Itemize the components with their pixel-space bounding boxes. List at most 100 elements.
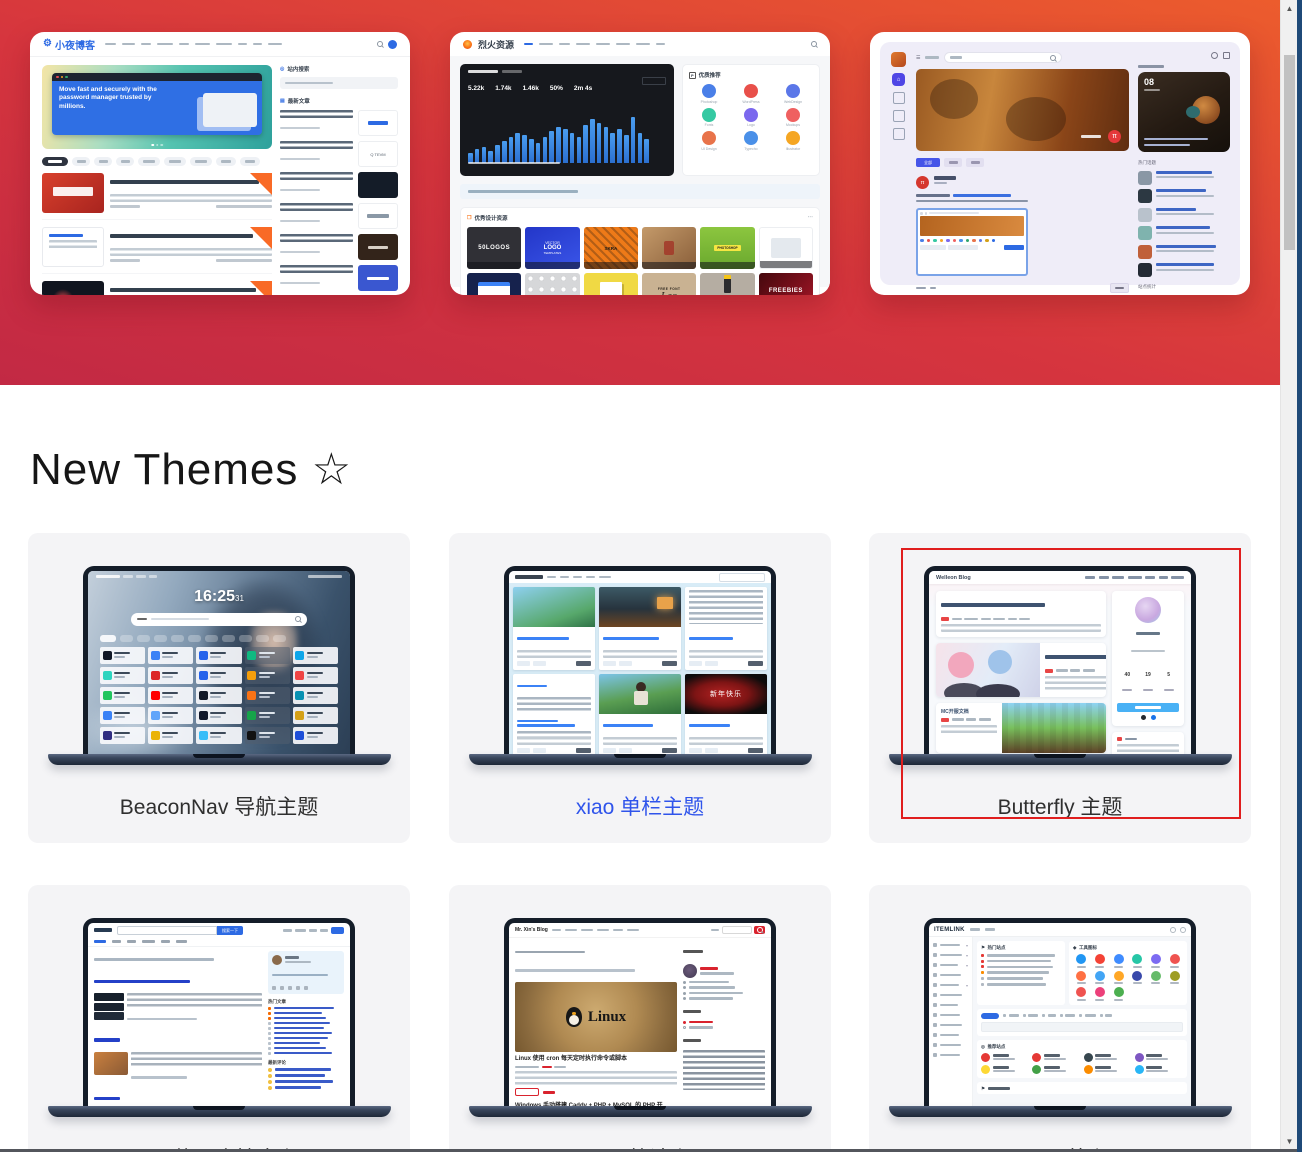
bookmark-tile[interactable] <box>148 707 193 724</box>
tool-item[interactable] <box>1129 954 1146 968</box>
bookmark-tile[interactable] <box>293 687 338 704</box>
bookmark-tile[interactable] <box>245 667 290 684</box>
tab <box>966 158 984 167</box>
bookmark-tile[interactable] <box>293 647 338 664</box>
resource-tile[interactable]: SKRA <box>584 227 638 269</box>
tool-item[interactable] <box>1092 987 1109 1001</box>
recommended-site[interactable] <box>1032 1053 1080 1062</box>
recommended-site[interactable] <box>1032 1065 1080 1074</box>
app-item[interactable]: Illustrator <box>773 131 813 151</box>
tool-item[interactable] <box>1110 954 1127 968</box>
bookmark-tile[interactable] <box>245 647 290 664</box>
bookmark-tile[interactable] <box>100 667 145 684</box>
tab <box>944 158 962 167</box>
theme-card-beaconnav[interactable]: 16:2531 BeaconNav 导航主题 <box>28 533 410 843</box>
bookmark-tile[interactable] <box>196 687 241 704</box>
recommended-site[interactable] <box>1135 1053 1183 1062</box>
recommended-site[interactable] <box>981 1053 1029 1062</box>
bell-icon <box>1211 52 1218 59</box>
scroll-up-arrow[interactable]: ▲ <box>1281 4 1298 13</box>
bookmark-tile[interactable] <box>293 727 338 744</box>
resource-tile[interactable] <box>700 273 754 295</box>
bookmark-tile[interactable] <box>100 647 145 664</box>
tool-item[interactable] <box>1110 971 1127 985</box>
resource-tile[interactable]: PHOTOSHOP <box>700 227 754 269</box>
bookmark-tile[interactable] <box>148 687 193 704</box>
tool-item[interactable] <box>1073 987 1090 1001</box>
app-item[interactable]: Mockups <box>773 108 813 128</box>
theme-card-facile[interactable]: Mr. Xin's Blog Linux Linux 使用 cr <box>449 885 831 1152</box>
resource-tile[interactable] <box>759 227 813 269</box>
theme-caption[interactable]: xiao 单栏主题 <box>449 791 831 821</box>
bookmark-tile[interactable] <box>148 727 193 744</box>
tool-item[interactable] <box>1110 987 1127 1001</box>
banner-preview-design-nav[interactable]: 烈火资源 5.22k 1.74k <box>450 32 830 295</box>
bookmark-tile[interactable] <box>148 667 193 684</box>
tool-item[interactable] <box>1166 971 1183 985</box>
tool-item[interactable] <box>1073 954 1090 968</box>
resource-tile[interactable] <box>642 227 696 269</box>
tool-item[interactable] <box>1166 954 1183 968</box>
app-item[interactable]: Fonts <box>689 108 729 128</box>
resource-tile[interactable]: VECTORLOGOTEMPLATES <box>525 227 579 269</box>
banner-preview-pi-forum[interactable]: ⌂ ☰ π <box>870 32 1250 295</box>
site-icon <box>1135 1053 1144 1062</box>
resource-tile[interactable]: FREE FONTLeo <box>642 273 696 295</box>
recommended-site[interactable] <box>1084 1053 1132 1062</box>
bookmark-tile[interactable] <box>196 667 241 684</box>
theme-card-xaink[interactable]: 搜索一下 <box>28 885 410 1152</box>
bookmark-tile[interactable] <box>245 687 290 704</box>
app-item[interactable]: Photoshop <box>689 84 729 104</box>
bookmark-tile[interactable] <box>196 647 241 664</box>
laptop-screen: 搜索一下 <box>83 918 355 1106</box>
resource-tile[interactable]: 50LOGOS <box>467 227 521 269</box>
scroll-down-arrow[interactable]: ▼ <box>1281 1137 1298 1146</box>
tool-item[interactable] <box>1073 971 1090 985</box>
app-item[interactable]: UI Design <box>689 131 729 151</box>
site-icon <box>295 691 304 700</box>
banner-preview-xiaoye-blog[interactable]: ⚙小夜博客 <box>30 32 410 295</box>
resource-tile[interactable] <box>584 273 638 295</box>
bookmark-tile[interactable] <box>293 667 338 684</box>
mini-sidebar: 40 19 5 <box>1112 591 1184 754</box>
traffic-dot-red <box>56 76 59 79</box>
mini-logo: ⚙小夜博客 <box>43 37 95 52</box>
bookmark-tile[interactable] <box>148 647 193 664</box>
scrollbar-thumb[interactable] <box>1284 55 1295 250</box>
mini-post-body <box>916 194 1129 295</box>
tool-item[interactable] <box>1148 971 1165 985</box>
tool-item[interactable] <box>1092 971 1109 985</box>
theme-caption[interactable]: Butterfly 主题 <box>869 791 1251 821</box>
recommended-site[interactable] <box>981 1065 1029 1074</box>
bookmark-tile[interactable] <box>245 727 290 744</box>
theme-card-butterfly[interactable]: Welleon Blog <box>869 533 1251 843</box>
app-item[interactable]: WebDesign <box>773 84 813 104</box>
hero-banner: ⚙小夜博客 <box>0 0 1280 385</box>
bookmark-tile[interactable] <box>196 727 241 744</box>
recommended-site[interactable] <box>1135 1065 1183 1074</box>
tool-item[interactable] <box>1092 954 1109 968</box>
tool-label <box>1170 966 1179 968</box>
resource-tile[interactable] <box>467 273 521 295</box>
bookmark-tile[interactable] <box>100 707 145 724</box>
app-item[interactable]: WordPress <box>731 84 771 104</box>
resource-tile[interactable] <box>525 273 579 295</box>
theme-card-xiao[interactable]: 新年快乐 <box>449 533 831 843</box>
vertical-scrollbar[interactable]: ▲ ▼ <box>1280 0 1297 1152</box>
theme-card-item[interactable]: ITEMLINK ▾ ▾ ▾ ▾ <box>869 885 1251 1152</box>
latest-thumb <box>358 172 398 198</box>
mini-logo: ITEMLINK <box>934 927 965 933</box>
bookmark-tile[interactable] <box>293 707 338 724</box>
bookmark-tile[interactable] <box>100 727 145 744</box>
bookmark-tile[interactable] <box>100 687 145 704</box>
tool-item[interactable] <box>1148 954 1165 968</box>
app-item[interactable]: Typecho <box>731 131 771 151</box>
search-icon <box>1170 927 1176 933</box>
theme-caption[interactable]: BeaconNav 导航主题 <box>28 791 410 821</box>
app-item[interactable]: Logo <box>731 108 771 128</box>
bookmark-tile[interactable] <box>196 707 241 724</box>
resource-tile[interactable]: FREEBIES <box>759 273 813 295</box>
recommended-site[interactable] <box>1084 1065 1132 1074</box>
tool-item[interactable] <box>1129 971 1146 985</box>
bookmark-tile[interactable] <box>245 707 290 724</box>
